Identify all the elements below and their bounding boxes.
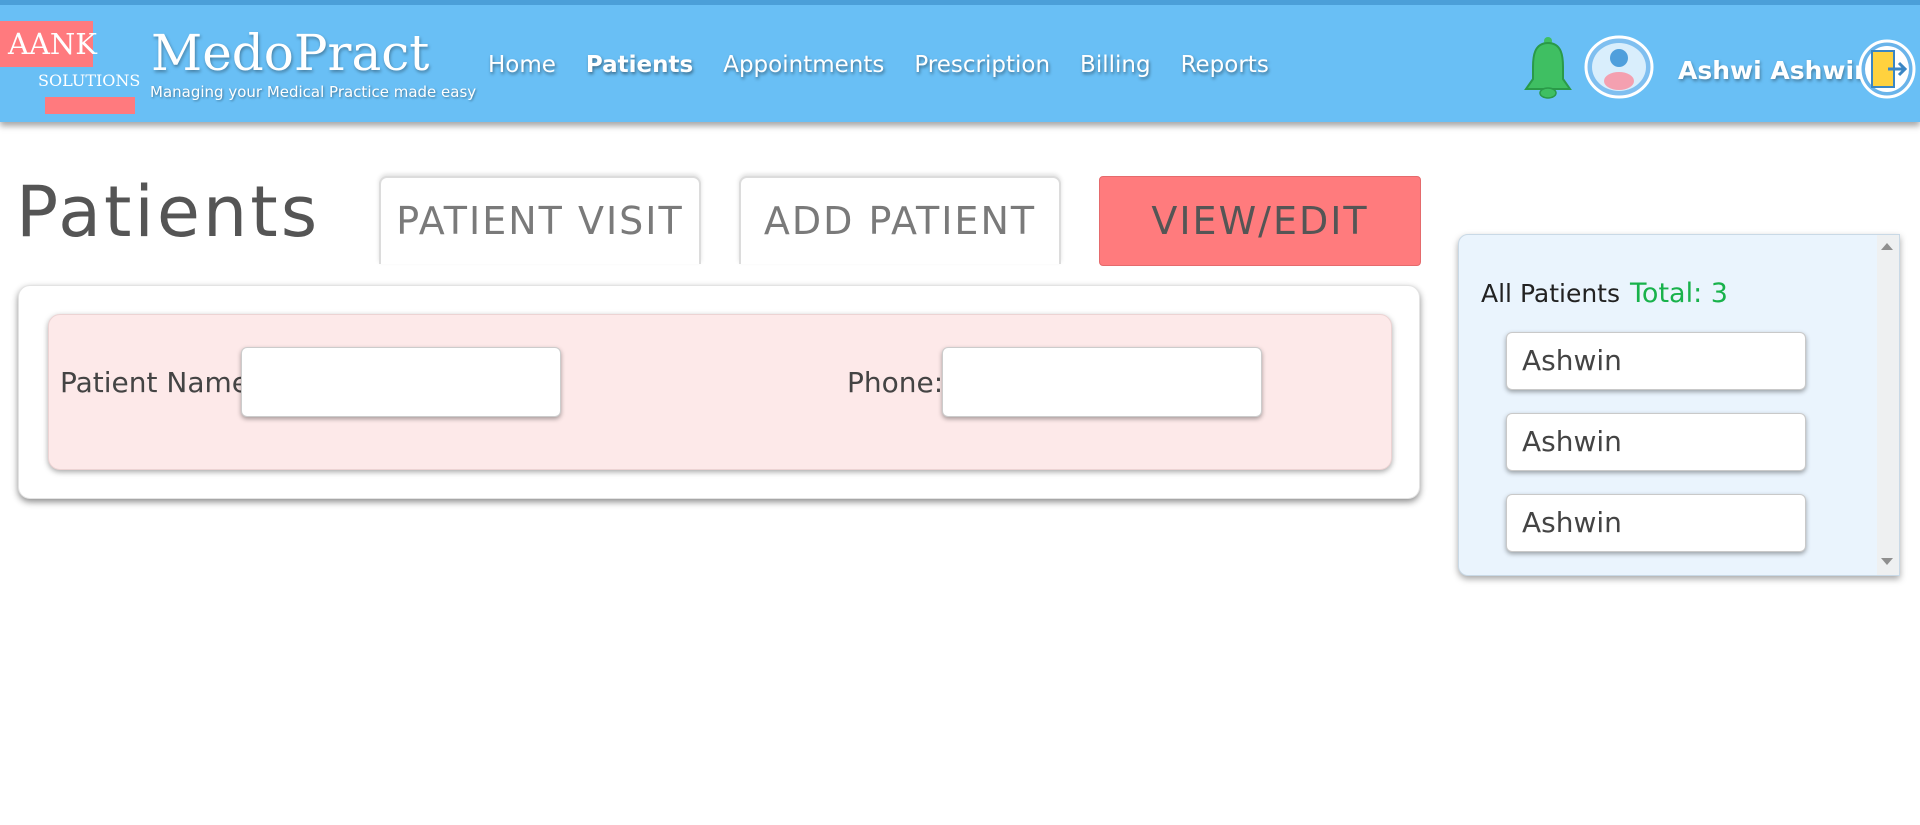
tab-patient-visit[interactable]: PATIENT VISIT <box>379 176 701 264</box>
patient-name-input[interactable] <box>241 347 561 417</box>
notification-bell-icon[interactable] <box>1522 35 1574 101</box>
nav-prescription[interactable]: Prescription <box>914 50 1050 80</box>
logo-text-primary: AANK <box>8 27 97 61</box>
nav-reports[interactable]: Reports <box>1181 50 1269 80</box>
nav-appointments[interactable]: Appointments <box>723 50 884 80</box>
main-nav: Home Patients Appointments Prescription … <box>488 50 1299 80</box>
app-tagline: Managing your Medical Practice made easy <box>150 83 477 101</box>
tab-view-edit[interactable]: VIEW/EDIT <box>1099 176 1421 266</box>
patient-list-item[interactable]: Ashwin <box>1506 413 1806 471</box>
patient-name-label: Patient Name: <box>60 366 259 399</box>
scroll-up-arrow-icon[interactable] <box>1881 243 1893 250</box>
logout-icon[interactable] <box>1858 39 1916 99</box>
patient-list-panel[interactable]: All Patients Total: 3 Ashwin Ashwin Ashwi… <box>1458 234 1900 576</box>
app-title: MedoPract <box>151 24 430 82</box>
nav-home[interactable]: Home <box>488 50 556 80</box>
phone-input[interactable] <box>942 347 1262 417</box>
logo-red-bar <box>45 97 135 114</box>
company-logo[interactable]: AANK SOLUTIONS <box>0 21 140 115</box>
patient-total-count: Total: 3 <box>1630 278 1728 309</box>
scroll-down-arrow-icon[interactable] <box>1881 558 1893 565</box>
patient-list-item[interactable]: Ashwin <box>1506 494 1806 552</box>
all-patients-label: All Patients <box>1481 279 1621 308</box>
nav-patients[interactable]: Patients <box>586 50 693 80</box>
tab-add-patient[interactable]: ADD PATIENT <box>739 176 1061 264</box>
patient-list-heading: All Patients Total: 3 <box>1481 278 1728 310</box>
phone-label: Phone: <box>847 366 944 399</box>
user-avatar-icon[interactable] <box>1584 35 1654 99</box>
user-name[interactable]: Ashwi Ashwin <box>1678 55 1872 87</box>
page-title: Patients <box>16 171 321 253</box>
patient-list-scrollbar[interactable] <box>1877 235 1899 575</box>
top-header: AANK SOLUTIONS MedoPract Managing your M… <box>0 0 1920 122</box>
patient-list-item[interactable]: Ashwin <box>1506 332 1806 390</box>
logo-text-secondary: SOLUTIONS <box>38 71 141 90</box>
nav-billing[interactable]: Billing <box>1080 50 1151 80</box>
